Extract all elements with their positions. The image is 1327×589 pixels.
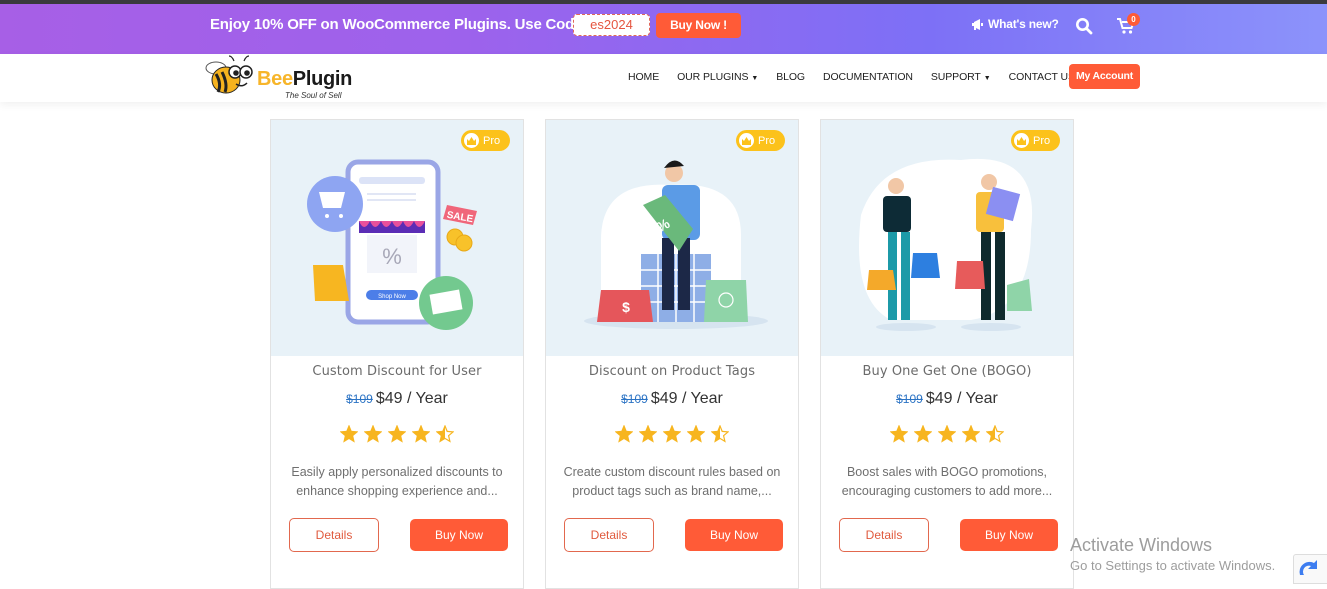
promo-buy-button[interactable]: Buy Now ! <box>656 13 741 38</box>
star-full-icon <box>938 425 956 443</box>
megaphone-icon <box>972 18 983 30</box>
product-price: $109 $49 / Year <box>271 390 523 408</box>
pro-badge: Pro <box>736 130 785 151</box>
description-line: Easily apply personalized discounts to <box>291 465 503 479</box>
star-full-icon <box>687 425 705 443</box>
man-with-tag-illustration: % $ <box>584 160 768 329</box>
svg-text:Shop Now: Shop Now <box>378 294 406 300</box>
brand-name-rest: Plugin <box>292 68 353 90</box>
star-full-icon <box>663 425 681 443</box>
watermark-line2: Go to Settings to activate Windows. <box>1070 558 1276 573</box>
product-card: % $ Pro Discount on Product Tags $109 $49… <box>545 119 799 589</box>
nav-menu: HOME OUR PLUGINS ▼ BLOG DOCUMENTATION SUP… <box>628 64 1093 90</box>
nav-item-label: DOCUMENTATION <box>822 71 913 83</box>
svg-text:$: $ <box>622 299 630 315</box>
product-description: Create custom discount rules based on pro… <box>556 463 788 501</box>
product-card: Pro Buy One Get One (BOGO) $109 $49 / Yea… <box>820 119 1074 589</box>
buy-now-button[interactable]: Buy Now <box>960 519 1058 551</box>
product-description: Boost sales with BOGO promotions, encoura… <box>831 463 1063 501</box>
star-rating <box>821 425 1073 443</box>
promo-code[interactable]: es2024 <box>573 14 650 36</box>
nav-item-label: BLOG <box>776 71 805 83</box>
product-price: $109 $49 / Year <box>821 390 1073 408</box>
brand-name-first: Bee <box>257 68 293 90</box>
nav-item-documentation[interactable]: DOCUMENTATION <box>823 71 913 83</box>
star-full-icon <box>639 425 657 443</box>
my-account-button[interactable]: My Account <box>1069 64 1140 89</box>
old-price: $109 <box>346 392 373 406</box>
star-full-icon <box>412 425 430 443</box>
old-price: $109 <box>621 392 648 406</box>
star-full-icon <box>364 425 382 443</box>
pro-badge-label: Pro <box>758 134 776 147</box>
product-description: Easily apply personalized discounts to en… <box>281 463 513 501</box>
crown-icon <box>1014 133 1029 148</box>
details-button[interactable]: Details <box>289 518 379 552</box>
nav-item-contact-us[interactable]: CONTACT US <box>1009 71 1075 83</box>
recaptcha-badge[interactable] <box>1293 554 1327 584</box>
star-full-icon <box>388 425 406 443</box>
crown-icon <box>739 133 754 148</box>
product-price: $109 $49 / Year <box>546 390 798 408</box>
pro-badge-label: Pro <box>1033 134 1051 147</box>
whats-new-link[interactable]: What's new? <box>971 17 1059 31</box>
details-button[interactable]: Details <box>839 518 929 552</box>
watermark-line1: Activate Windows <box>1070 535 1213 555</box>
buy-now-button[interactable]: Buy Now <box>685 519 783 551</box>
search-icon[interactable] <box>1075 17 1093 35</box>
old-price: $109 <box>896 392 923 406</box>
star-half-icon <box>711 425 729 443</box>
caret-down-icon: ▼ <box>983 75 991 82</box>
brand-tagline: The Soul of Sell <box>285 91 342 100</box>
current-price: $49 / Year <box>925 390 998 407</box>
product-image[interactable]: % $ Pro <box>546 120 798 356</box>
nav-item-blog[interactable]: BLOG <box>776 71 805 83</box>
product-title[interactable]: Discount on Product Tags <box>546 364 798 379</box>
product-image[interactable]: Pro <box>821 120 1073 356</box>
whats-new-label: What's new? <box>988 17 1059 31</box>
current-price: $49 / Year <box>375 390 448 407</box>
details-button[interactable]: Details <box>564 518 654 552</box>
star-rating <box>271 425 523 443</box>
star-half-icon <box>436 425 454 443</box>
crown-icon <box>464 133 479 148</box>
product-card: % Shop Now SALE Pro Custom Discount for … <box>270 119 524 589</box>
nav-item-our-plugins[interactable]: OUR PLUGINS ▼ <box>677 71 758 83</box>
nav-item-label: HOME <box>628 71 660 83</box>
product-title[interactable]: Custom Discount for User <box>271 364 523 379</box>
pro-badge-label: Pro <box>483 134 501 147</box>
buy-now-button[interactable]: Buy Now <box>410 519 508 551</box>
description-line: enhance shopping experience and... <box>296 484 498 498</box>
pro-badge: Pro <box>461 130 510 151</box>
star-rating <box>546 425 798 443</box>
star-full-icon <box>914 425 932 443</box>
current-price: $49 / Year <box>650 390 723 407</box>
nav-item-support[interactable]: SUPPORT ▼ <box>931 71 991 83</box>
star-full-icon <box>615 425 633 443</box>
star-full-icon <box>890 425 908 443</box>
nav-item-label: CONTACT US <box>1008 71 1075 83</box>
promo-text: Enjoy 10% OFF on WooCommerce Plugins. Us… <box>210 16 588 33</box>
nav-item-home[interactable]: HOME <box>628 71 659 83</box>
brand-name[interactable]: BeePlugin <box>257 68 352 91</box>
description-line: product tags such as brand name,... <box>572 484 772 498</box>
description-line: Create custom discount rules based on <box>563 465 781 479</box>
description-line: encouraging customers to add more... <box>841 484 1053 498</box>
star-full-icon <box>962 425 980 443</box>
nav-item-label: OUR PLUGINS <box>677 71 749 83</box>
caret-down-icon: ▼ <box>751 75 759 82</box>
pro-badge: Pro <box>1011 130 1060 151</box>
product-image[interactable]: % Shop Now SALE Pro <box>271 120 523 356</box>
shoppers-illustration <box>859 158 1033 331</box>
description-line: Boost sales with BOGO promotions, <box>846 465 1048 479</box>
mobile-shop-illustration: % Shop Now SALE <box>307 159 477 330</box>
cart-count-badge: 0 <box>1127 13 1140 26</box>
activate-windows-watermark: Activate Windows Go to Settings to activ… <box>1070 535 1275 573</box>
star-half-icon <box>986 425 1004 443</box>
star-full-icon <box>340 425 358 443</box>
svg-text:%: % <box>382 244 402 269</box>
product-title[interactable]: Buy One Get One (BOGO) <box>821 364 1073 379</box>
nav-item-label: SUPPORT <box>930 71 981 83</box>
